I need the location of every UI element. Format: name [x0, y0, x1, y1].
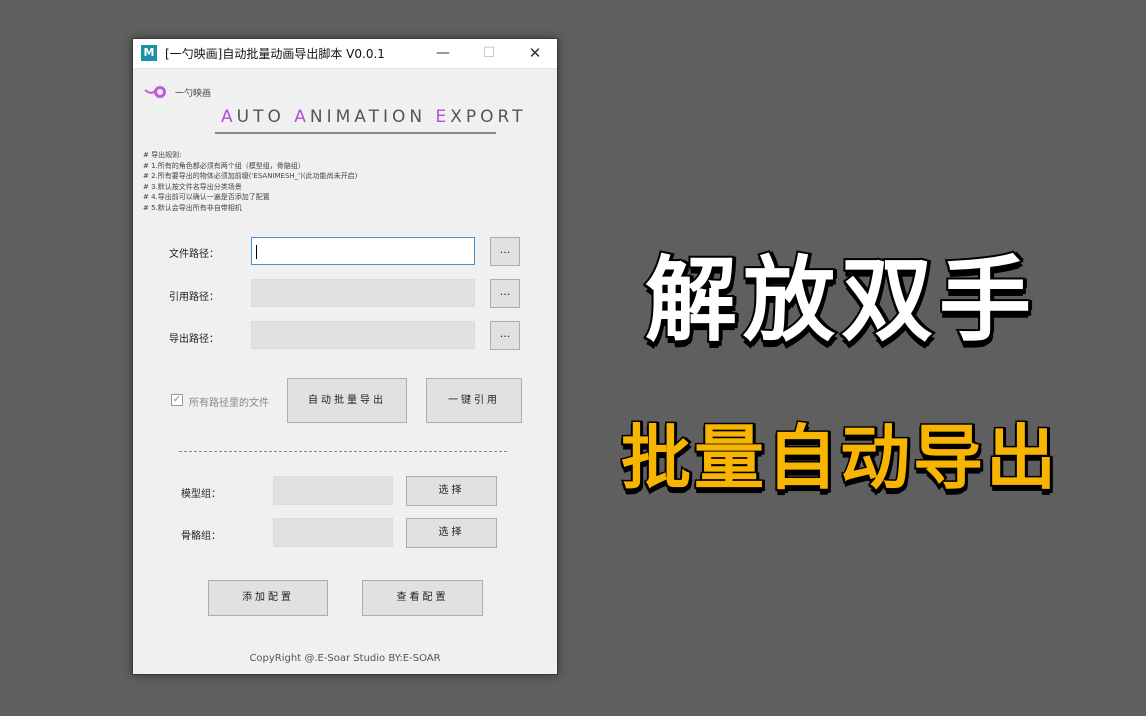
bone-group-field[interactable] — [273, 518, 393, 547]
logo-text: 一勺映画 — [175, 89, 212, 99]
copyright-text: CopyRight @.E-Soar Studio BY:E-SOAR — [249, 653, 441, 664]
banner-word-xport: XPORT — [450, 107, 527, 127]
auto-export-button[interactable]: 自动批量导出 — [287, 378, 407, 423]
all-files-checkbox[interactable]: ✓ — [171, 394, 183, 406]
ref-path-label: 引用路径： — [169, 292, 219, 303]
logo-icon — [144, 86, 166, 98]
rule-line: # 1.所有的角色都必须有两个组（模型组，骨骼组） — [143, 161, 305, 170]
model-group-field[interactable] — [273, 476, 393, 505]
all-files-label: 所有路径里的文件 — [189, 398, 269, 409]
minimize-button[interactable]: — — [420, 39, 466, 68]
ref-path-input[interactable] — [251, 279, 475, 307]
title-bar[interactable]: M [一勺映画]自动批量动画导出脚本 V0.0.1 — ☐ ✕ — [133, 39, 557, 69]
one-click-ref-button[interactable]: 一键引用 — [426, 378, 522, 423]
export-path-input[interactable] — [251, 321, 475, 349]
model-group-label: 模型组： — [181, 489, 221, 500]
view-config-button[interactable]: 查看配置 — [362, 580, 483, 616]
text-caret — [256, 245, 257, 259]
banner-underline — [215, 132, 496, 134]
window-title: [一勺映画]自动批量动画导出脚本 V0.0.1 — [165, 47, 385, 61]
overlay-subhead: 批量自动导出 — [620, 416, 1059, 501]
export-rules: # 导出规则: # 1.所有的角色都必须有两个组（模型组，骨骼组） # 2.所有… — [143, 150, 357, 213]
add-config-button[interactable]: 添加配置 — [208, 580, 328, 616]
file-path-label: 文件路径： — [169, 249, 219, 260]
bone-group-label: 骨骼组： — [181, 531, 221, 542]
rule-line: # 3.默认按文件名导出分类场景 — [143, 182, 242, 191]
maximize-button[interactable]: ☐ — [466, 39, 512, 68]
app-icon: M — [141, 45, 157, 61]
section-divider — [179, 451, 507, 452]
file-path-browse-button[interactable]: ... — [490, 237, 520, 266]
banner-word-uto: UTO — [236, 107, 295, 127]
export-path-label: 导出路径： — [169, 334, 219, 345]
rule-line: # 导出规则: — [143, 151, 182, 159]
banner-title: AUTO ANIMATION EXPORT — [221, 107, 527, 127]
close-button[interactable]: ✕ — [512, 39, 558, 68]
app-window: M [一勺映画]自动批量动画导出脚本 V0.0.1 — ☐ ✕ 一勺映画 AUT… — [132, 38, 558, 675]
ref-path-browse-button[interactable]: ... — [490, 279, 520, 308]
banner-word-nimation: NIMATION — [309, 107, 436, 127]
model-group-select-button[interactable]: 选择 — [406, 476, 497, 506]
export-path-browse-button[interactable]: ... — [490, 321, 520, 350]
rule-line: # 4.导出前可以确认一遍是否添加了配置 — [143, 193, 270, 201]
banner-letter-a: A — [221, 107, 237, 127]
rule-line: # 5.默认会导出所有非自带相机 — [143, 203, 242, 212]
overlay-headline: 解放双手 — [643, 245, 1037, 356]
banner-letter-a2: A — [294, 107, 310, 127]
file-path-input[interactable] — [251, 237, 475, 265]
bone-group-select-button[interactable]: 选择 — [406, 518, 497, 548]
rule-line: # 2.所有要导出的物体必须加前缀('ESANIMESH_')(此功能尚未开启) — [143, 172, 358, 180]
banner-letter-e: E — [435, 107, 451, 127]
